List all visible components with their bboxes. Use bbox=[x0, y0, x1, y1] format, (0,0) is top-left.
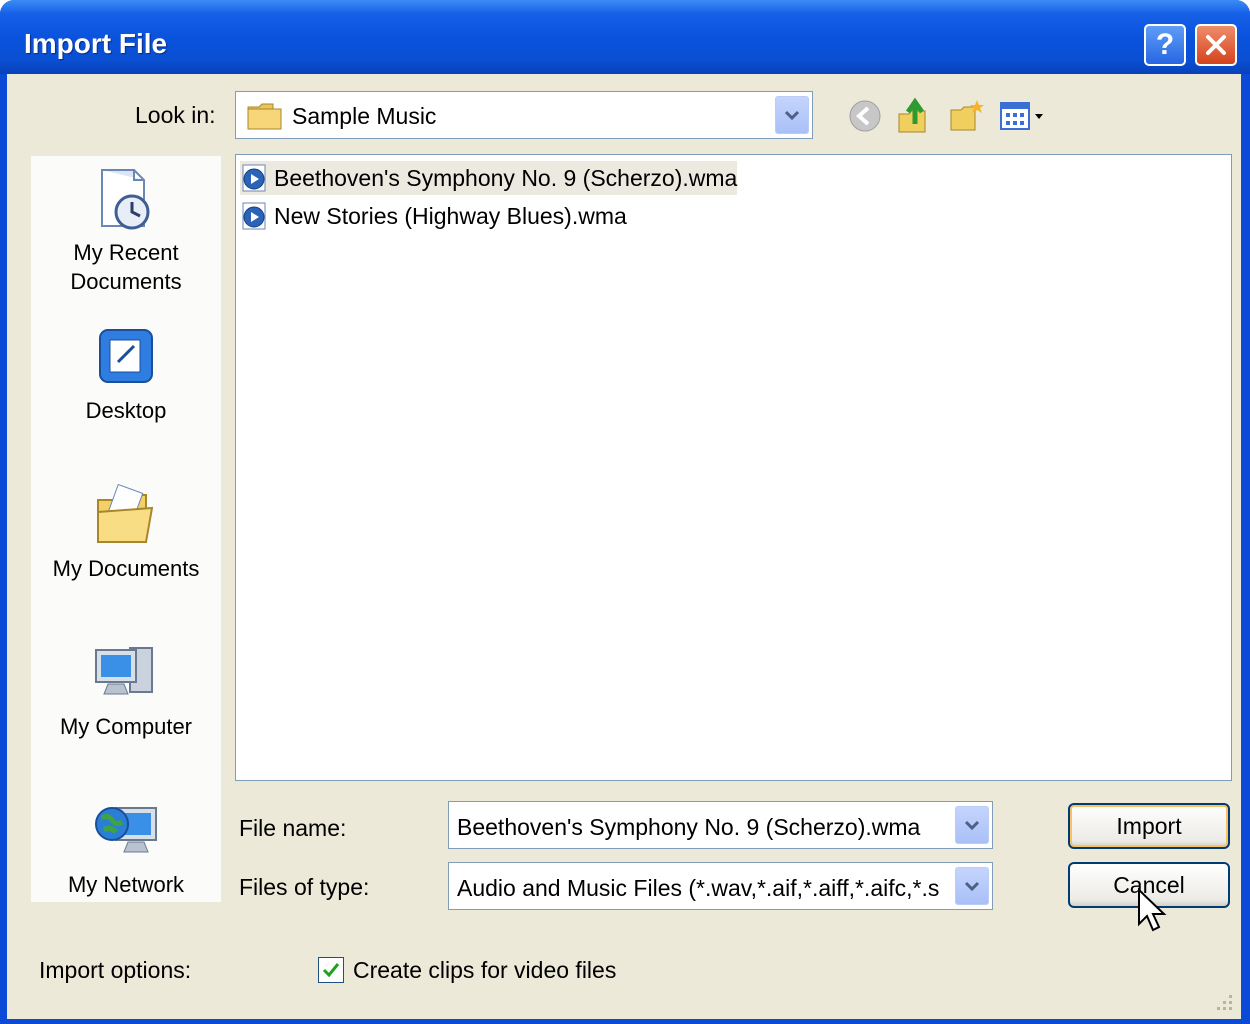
my-documents-folder-icon bbox=[97, 483, 154, 543]
file-name: Beethoven's Symphony No. 9 (Scherzo).wma bbox=[274, 164, 738, 191]
place-my-documents[interactable]: My Documents bbox=[31, 480, 221, 583]
import-button[interactable]: Import bbox=[1068, 803, 1230, 849]
folder-icon bbox=[247, 103, 282, 130]
close-icon bbox=[1206, 35, 1226, 55]
place-label: Desktop bbox=[85, 398, 167, 423]
my-network-icon bbox=[95, 807, 157, 853]
title-bar[interactable]: Import File ? bbox=[0, 0, 1250, 74]
dialog-body: Look in: Sample Music My Recent Document… bbox=[7, 74, 1241, 1019]
views-menu-icon[interactable] bbox=[997, 96, 1053, 136]
recent-documents-icon bbox=[101, 169, 150, 230]
checkmark-icon bbox=[322, 963, 340, 978]
create-clips-checkbox[interactable] bbox=[318, 957, 344, 983]
import-file-dialog: Import File ? Look in: Sample Music My R… bbox=[0, 0, 1250, 1024]
file-type-dropdown[interactable]: Audio and Music Files (*.wav,*.aif,*.aif… bbox=[448, 862, 993, 910]
file-list-item[interactable]: Beethoven's Symphony No. 9 (Scherzo).wma bbox=[240, 161, 738, 195]
file-list[interactable]: Beethoven's Symphony No. 9 (Scherzo).wma… bbox=[235, 154, 1232, 781]
place-my-network[interactable]: My Network bbox=[31, 796, 221, 899]
file-name-dropdown-button[interactable] bbox=[955, 806, 989, 844]
desktop-icon bbox=[99, 329, 153, 383]
look-in-dropdown[interactable]: Sample Music bbox=[235, 91, 813, 139]
mouse-pointer-icon bbox=[1138, 888, 1167, 932]
file-name-label: File name: bbox=[239, 815, 347, 841]
window-title: Import File bbox=[24, 28, 168, 59]
place-label: My Computer bbox=[59, 714, 193, 739]
places-bar: My Recent Documents Desktop My Documents bbox=[31, 156, 221, 902]
up-folder-icon[interactable] bbox=[895, 96, 935, 136]
chevron-down-icon bbox=[964, 820, 980, 831]
file-list-item[interactable]: New Stories (Highway Blues).wma bbox=[240, 199, 627, 233]
file-name-field[interactable]: Beethoven's Symphony No. 9 (Scherzo).wma bbox=[448, 801, 993, 849]
create-clips-label[interactable]: Create clips for video files bbox=[353, 957, 616, 984]
file-type-label: Files of type: bbox=[239, 874, 370, 900]
audio-file-icon bbox=[242, 164, 266, 192]
file-name-value: Beethoven's Symphony No. 9 (Scherzo).wma bbox=[457, 814, 921, 840]
help-icon: ? bbox=[1155, 28, 1175, 61]
back-icon[interactable] bbox=[845, 96, 885, 136]
file-name: New Stories (Highway Blues).wma bbox=[274, 202, 627, 229]
close-button[interactable] bbox=[1195, 24, 1237, 66]
file-type-dropdown-button[interactable] bbox=[955, 867, 989, 905]
chevron-down-icon bbox=[964, 881, 980, 892]
file-type-value: Audio and Music Files (*.wav,*.aif,*.aif… bbox=[457, 875, 940, 901]
look-in-dropdown-button[interactable] bbox=[775, 96, 809, 134]
help-button[interactable]: ? bbox=[1144, 24, 1186, 66]
look-in-label: Look in: bbox=[135, 102, 216, 128]
chevron-down-icon bbox=[784, 110, 800, 121]
place-label-line1: My Recent bbox=[73, 240, 179, 265]
look-in-value: Sample Music bbox=[292, 103, 437, 129]
place-label: My Network bbox=[67, 872, 185, 897]
place-my-recent-documents[interactable]: My Recent Documents bbox=[31, 164, 221, 296]
my-computer-icon bbox=[95, 647, 153, 695]
audio-file-icon bbox=[242, 202, 266, 230]
import-options-label: Import options: bbox=[39, 957, 192, 983]
new-folder-icon[interactable] bbox=[947, 96, 987, 136]
place-desktop[interactable]: Desktop bbox=[31, 322, 221, 425]
place-label: My Documents bbox=[52, 556, 200, 581]
place-my-computer[interactable]: My Computer bbox=[31, 638, 221, 741]
resize-grip-icon[interactable] bbox=[1211, 989, 1235, 1013]
place-label-line2: Documents bbox=[70, 269, 182, 294]
